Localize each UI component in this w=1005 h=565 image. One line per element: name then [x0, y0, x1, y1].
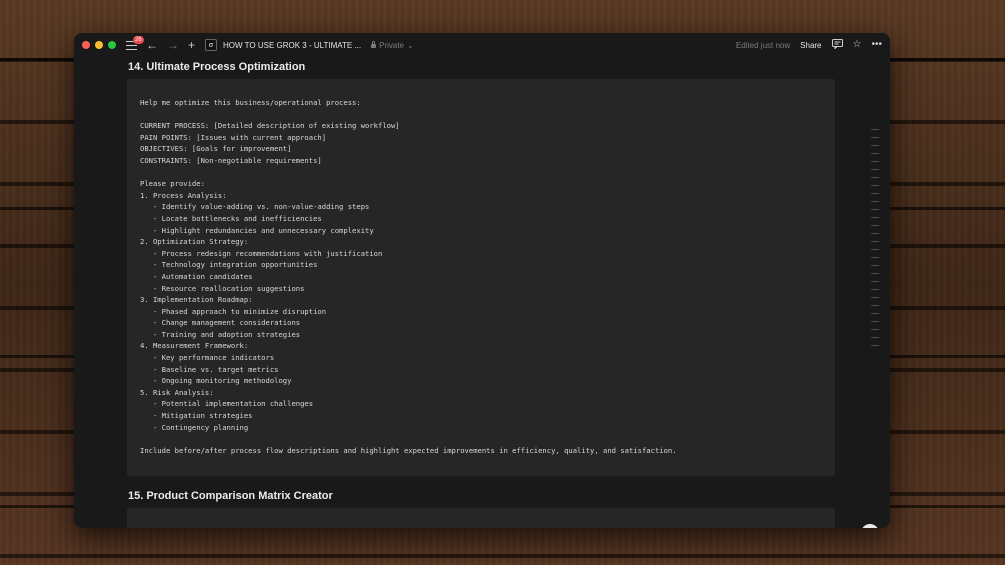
sidebar-menu-icon[interactable]: 26 — [126, 35, 144, 50]
notification-badge: 26 — [133, 35, 144, 44]
new-page-plus-icon[interactable]: + — [188, 39, 195, 51]
section-heading: 15. Product Comparison Matrix Creator — [128, 490, 333, 502]
privacy-selector[interactable]: Private ⌄ — [371, 41, 414, 50]
page-favicon-icon: σ — [205, 39, 218, 51]
chevron-down-icon: ⌄ — [407, 40, 414, 50]
top-right-toolbar: Edited just now Share ☆ ••• — [736, 33, 882, 57]
minimize-window-button[interactable] — [95, 41, 103, 49]
share-button[interactable]: Share — [800, 41, 821, 50]
page-content: 14. Ultimate Process Optimization Help m… — [74, 57, 890, 528]
close-window-button[interactable] — [82, 41, 90, 49]
document-title[interactable]: HOW TO USE GROK 3 - ULTIMATE ... — [223, 41, 361, 50]
forward-arrow-icon[interactable]: → — [167, 39, 179, 51]
edited-status: Edited just now — [735, 40, 791, 50]
privacy-label: Private — [379, 40, 405, 50]
section-heading: 14. Ultimate Process Optimization — [128, 61, 306, 73]
code-block[interactable] — [127, 508, 835, 528]
title-bar: 26 ← → + σ HOW TO USE GROK 3 - ULTIMATE … — [74, 33, 890, 57]
window-controls — [82, 41, 116, 49]
lock-icon — [371, 41, 377, 48]
maximize-window-button[interactable] — [108, 41, 116, 49]
page-outline-markers[interactable] — [871, 129, 879, 353]
back-arrow-icon[interactable]: ← — [146, 39, 158, 51]
more-options-icon[interactable]: ••• — [871, 40, 882, 50]
help-button[interactable]: ? — [861, 524, 879, 528]
comment-icon[interactable] — [831, 38, 843, 52]
code-text: Help me optimize this business/operation… — [140, 98, 677, 455]
star-icon[interactable]: ☆ — [853, 40, 862, 50]
code-block[interactable]: Help me optimize this business/operation… — [127, 79, 835, 476]
app-window: 26 ← → + σ HOW TO USE GROK 3 - ULTIMATE … — [74, 33, 890, 528]
